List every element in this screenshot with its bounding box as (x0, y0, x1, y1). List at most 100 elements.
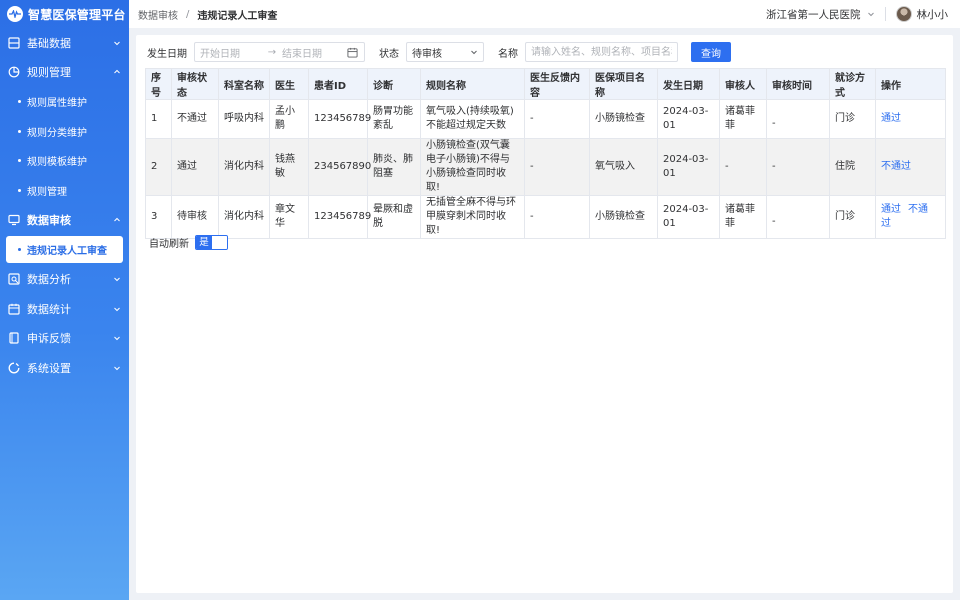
column-header: 审核状态 (171, 68, 219, 100)
sidebar: 智慧医保管理平台 基础数据 规则管理 规则属性维护 规则分类维护 规则模板维护 … (0, 0, 129, 600)
sidebar-item-basic-data[interactable]: 基础数据 (0, 28, 129, 58)
date-range-picker[interactable]: 开始日期 → 结束日期 (194, 42, 365, 62)
date-end-placeholder: 结束日期 (282, 48, 322, 60)
cell-review-time: - (766, 195, 830, 239)
cell-visit: 住院 (829, 138, 876, 196)
bullet-icon (18, 159, 21, 163)
bullet-icon (18, 188, 21, 192)
document-icon (8, 332, 20, 344)
column-header: 规则名称 (420, 68, 525, 100)
cell-dept: 呼吸内科 (218, 99, 270, 139)
toggle-off-area (212, 236, 227, 249)
hospital-selector[interactable]: 浙江省第一人民医院 (766, 7, 875, 22)
breadcrumb-separator: / (186, 8, 190, 20)
cell-item: 小肠镜检查 (589, 99, 658, 139)
chevron-down-icon (113, 364, 121, 372)
cell-diagnosis: 肠胃功能紊乱 (367, 99, 421, 139)
sidebar-item-label: 数据统计 (27, 302, 71, 316)
auto-refresh-label: 自动刷新 (149, 239, 189, 250)
sidebar-item-data-audit[interactable]: 数据审核 (0, 205, 129, 235)
logo-icon (7, 6, 23, 22)
bullet-icon (18, 247, 21, 251)
reject-link[interactable]: 不通过 (881, 161, 911, 172)
name-search-input[interactable] (525, 42, 678, 62)
query-button[interactable]: 查询 (691, 42, 731, 62)
column-header: 医生反馈内容 (524, 68, 590, 100)
sidebar-item-data-statistics[interactable]: 数据统计 (0, 294, 129, 324)
status-select[interactable]: 待审核 (406, 42, 484, 62)
cell-rule: 无插管全麻不得与环甲膜穿刺术同时收取! (420, 195, 525, 239)
table-row: 3 待审核 消化内科 章文华 123456789 晕厥和虚脱 无插管全麻不得与环… (145, 195, 946, 239)
sidebar-item-system-settings[interactable]: 系统设置 (0, 353, 129, 383)
sidebar-item-label: 基础数据 (27, 36, 71, 50)
sidebar-subitem-rule-templates[interactable]: 规则模板维护 (0, 146, 129, 176)
chevron-down-icon (113, 39, 121, 47)
cell-patient-id: 234567890 (308, 138, 371, 196)
analysis-icon (8, 273, 20, 285)
name-label: 名称 (498, 48, 518, 60)
sidebar-subitem-violation-review[interactable]: 违规记录人工审查 (6, 235, 123, 263)
column-header: 患者ID (308, 68, 368, 100)
column-header: 审核时间 (766, 68, 830, 100)
cell-actions: 通过 不通过 (875, 195, 946, 239)
avatar[interactable] (895, 6, 912, 22)
database-icon (8, 37, 20, 49)
cell-diagnosis: 晕厥和虚脱 (367, 195, 421, 239)
column-header: 医保项目名称 (589, 68, 658, 100)
sidebar-item-label: 系统设置 (27, 361, 71, 375)
cell-review-time: - (766, 99, 830, 139)
cell-item: 氧气吸入 (589, 138, 658, 196)
bullet-icon (18, 100, 21, 104)
cell-feedback: - (524, 99, 590, 139)
approve-link[interactable]: 通过 (881, 113, 901, 124)
column-header: 医生 (269, 68, 309, 100)
chevron-down-icon (471, 50, 477, 55)
sidebar-subitem-rules[interactable]: 规则管理 (0, 176, 129, 206)
chevron-down-icon (867, 12, 874, 17)
sidebar-item-label: 数据分析 (27, 273, 71, 287)
sidebar-item-data-analysis[interactable]: 数据分析 (0, 265, 129, 295)
cell-date: 2024-03-01 (657, 99, 720, 139)
cell-doctor: 钱燕敏 (269, 138, 309, 196)
header-right: 浙江省第一人民医院 林小小 (766, 6, 948, 22)
cell-reviewer: - (719, 138, 767, 196)
cell-visit: 门诊 (829, 195, 876, 239)
table-header-row: 序号 审核状态 科室名称 医生 患者ID 诊断 规则名称 医生反馈内容 医保项目… (145, 68, 946, 100)
cell-diagnosis: 肺炎、肺阻塞 (367, 138, 421, 196)
breadcrumb-parent[interactable]: 数据审核 (138, 7, 178, 22)
auto-refresh: 自动刷新 是 (149, 235, 228, 250)
arrow-right-icon: → (267, 46, 277, 58)
date-start-placeholder: 开始日期 (200, 48, 240, 60)
column-header: 科室名称 (218, 68, 270, 100)
pie-chart-icon (8, 66, 20, 78)
column-header: 就诊方式 (829, 68, 876, 100)
settings-icon (8, 362, 20, 374)
chevron-up-icon (113, 216, 121, 224)
cell-feedback: - (524, 195, 590, 239)
user-name[interactable]: 林小小 (917, 7, 949, 22)
column-header: 审核人 (719, 68, 767, 100)
cell-no: 2 (145, 138, 172, 196)
approve-link[interactable]: 通过 (881, 204, 901, 215)
sidebar-subitem-rule-attributes[interactable]: 规则属性维护 (0, 87, 129, 117)
cell-item: 小肠镜检查 (589, 195, 658, 239)
table-row: 1 不通过 呼吸内科 孟小鹏 123456789 肠胃功能紊乱 氧气吸入(持续吸… (145, 99, 946, 139)
auto-refresh-toggle[interactable]: 是 (195, 235, 228, 250)
sidebar-item-appeal-feedback[interactable]: 申诉反馈 (0, 324, 129, 354)
hospital-name: 浙江省第一人民医院 (766, 8, 861, 21)
sidebar-subitem-label: 规则管理 (27, 186, 67, 198)
sidebar-item-rule-management[interactable]: 规则管理 (0, 58, 129, 88)
sidebar-item-label: 申诉反馈 (27, 332, 71, 346)
table-row: 2 通过 消化内科 钱燕敏 234567890 肺炎、肺阻塞 小肠镜检查(双气囊… (145, 138, 946, 196)
cell-no: 3 (145, 195, 172, 239)
cell-rule: 小肠镜检查(双气囊电子小肠镜)不得与小肠镜检查同时收取! (420, 138, 525, 196)
cell-doctor: 孟小鹏 (269, 99, 309, 139)
filter-bar: 发生日期 开始日期 → 结束日期 状态 待审核 名称 查询 (147, 41, 731, 63)
sidebar-subitem-label: 规则属性维护 (27, 98, 87, 110)
sidebar-subitem-rule-categories[interactable]: 规则分类维护 (0, 117, 129, 147)
header-divider (884, 7, 886, 21)
cell-date: 2024-03-01 (657, 195, 720, 239)
sidebar-subitem-label: 规则分类维护 (27, 127, 87, 139)
date-label: 发生日期 (147, 48, 187, 60)
breadcrumb-current: 违规记录人工审查 (197, 10, 278, 22)
